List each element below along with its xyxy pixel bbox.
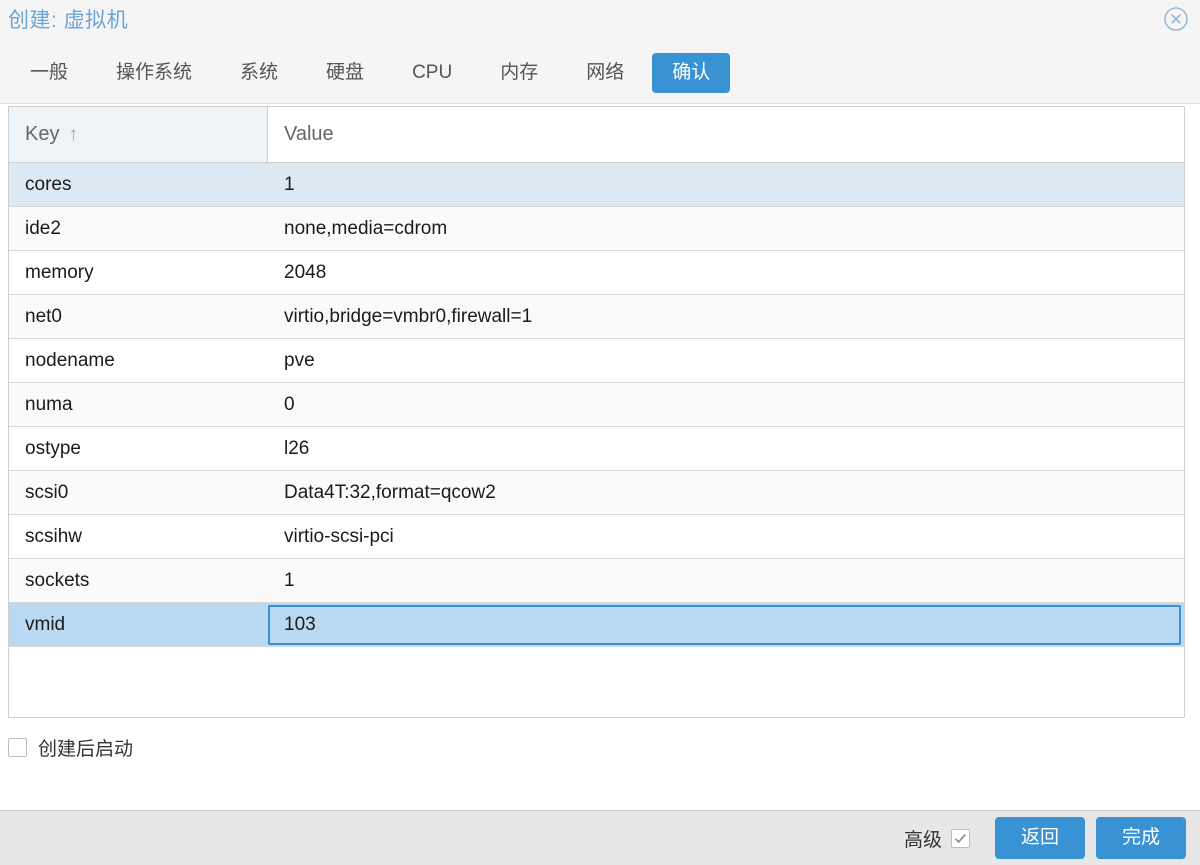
table-cell-key: memory xyxy=(9,251,268,294)
grid-header: Key ↑ Value xyxy=(9,107,1184,163)
grid-rows: cores1ide2none,media=cdrommemory2048net0… xyxy=(9,163,1184,647)
tab-memory[interactable]: 内存 xyxy=(480,53,558,93)
table-cell-value: pve xyxy=(268,339,1184,382)
table-cell-key: nodename xyxy=(9,339,268,382)
table-cell-key: sockets xyxy=(9,559,268,602)
start-after-create-checkbox[interactable]: 创建后启动 xyxy=(8,734,133,761)
column-header-value-label: Value xyxy=(284,123,334,146)
table-row[interactable]: vmid103 xyxy=(9,603,1184,647)
column-header-value[interactable]: Value xyxy=(268,107,1184,162)
advanced-label: 高级 xyxy=(904,825,942,852)
table-cell-value: 1 xyxy=(268,559,1184,602)
create-vm-dialog: 创建: 虚拟机 一般 操作系统 系统 硬盘 CPU 内存 网络 确认 Key ↑ xyxy=(0,0,1200,865)
column-header-key-label: Key xyxy=(25,123,59,146)
table-cell-key: net0 xyxy=(9,295,268,338)
tab-os[interactable]: 操作系统 xyxy=(96,53,212,93)
wizard-tabbar: 一般 操作系统 系统 硬盘 CPU 内存 网络 确认 xyxy=(0,42,1200,104)
table-cell-key: scsi0 xyxy=(9,471,268,514)
table-row[interactable]: cores1 xyxy=(9,163,1184,207)
table-row[interactable]: net0virtio,bridge=vmbr0,firewall=1 xyxy=(9,295,1184,339)
table-cell-key: scsihw xyxy=(9,515,268,558)
advanced-checkbox[interactable]: 高级 xyxy=(904,825,970,852)
tab-general[interactable]: 一般 xyxy=(10,53,88,93)
value-editor-field[interactable]: 103 xyxy=(268,605,1181,645)
table-row[interactable]: nodenamepve xyxy=(9,339,1184,383)
page-title: 创建: 虚拟机 xyxy=(8,4,128,34)
tab-network[interactable]: 网络 xyxy=(566,53,644,93)
checkbox-unchecked-icon[interactable] xyxy=(8,738,27,757)
table-cell-value: none,media=cdrom xyxy=(268,207,1184,250)
table-cell-key: vmid xyxy=(9,603,268,646)
table-cell-key: ostype xyxy=(9,427,268,470)
sort-ascending-icon: ↑ xyxy=(68,125,78,144)
table-cell-value: virtio-scsi-pci xyxy=(268,515,1184,558)
tab-system[interactable]: 系统 xyxy=(220,53,298,93)
table-cell-value: virtio,bridge=vmbr0,firewall=1 xyxy=(268,295,1184,338)
table-row[interactable]: ostypel26 xyxy=(9,427,1184,471)
table-cell-value: Data4T:32,format=qcow2 xyxy=(268,471,1184,514)
dialog-footer: 高级 返回 完成 xyxy=(0,810,1200,865)
start-after-create-label: 创建后启动 xyxy=(38,734,133,761)
tab-disks[interactable]: 硬盘 xyxy=(306,53,384,93)
table-row[interactable]: scsihwvirtio-scsi-pci xyxy=(9,515,1184,559)
checkbox-checked-icon[interactable] xyxy=(951,829,970,848)
table-cell-value: 1 xyxy=(268,163,1184,206)
table-cell-key: ide2 xyxy=(9,207,268,250)
back-button[interactable]: 返回 xyxy=(995,817,1085,859)
tab-confirm[interactable]: 确认 xyxy=(652,53,730,93)
table-row[interactable]: memory2048 xyxy=(9,251,1184,295)
close-icon[interactable] xyxy=(1162,5,1190,33)
table-row[interactable]: ide2none,media=cdrom xyxy=(9,207,1184,251)
dialog-titlebar: 创建: 虚拟机 xyxy=(0,0,1200,42)
table-row[interactable]: sockets1 xyxy=(9,559,1184,603)
table-cell-value: 0 xyxy=(268,383,1184,426)
table-cell-key: cores xyxy=(9,163,268,206)
table-cell-value: 2048 xyxy=(268,251,1184,294)
table-row[interactable]: scsi0Data4T:32,format=qcow2 xyxy=(9,471,1184,515)
table-cell-value: l26 xyxy=(268,427,1184,470)
table-cell-key: numa xyxy=(9,383,268,426)
table-row[interactable]: numa0 xyxy=(9,383,1184,427)
column-header-key[interactable]: Key ↑ xyxy=(9,107,268,162)
finish-button[interactable]: 完成 xyxy=(1096,817,1186,859)
dialog-body: Key ↑ Value cores1ide2none,media=cdromme… xyxy=(0,104,1200,810)
tab-cpu[interactable]: CPU xyxy=(392,53,472,93)
summary-grid: Key ↑ Value cores1ide2none,media=cdromme… xyxy=(8,106,1185,718)
